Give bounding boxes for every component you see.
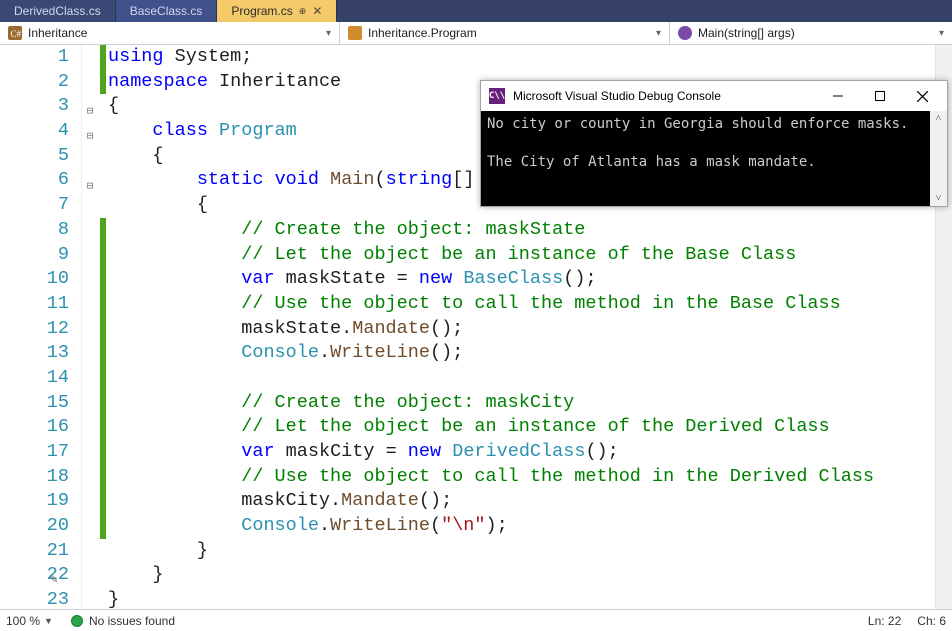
tab-derivedclass[interactable]: DerivedClass.cs	[0, 0, 116, 22]
console-title: Microsoft Visual Studio Debug Console	[513, 89, 721, 103]
code-line[interactable]: maskCity.Mandate();	[108, 489, 935, 514]
chevron-down-icon: ▾	[326, 28, 331, 39]
code-line[interactable]: // Let the object be an instance of the …	[108, 243, 935, 268]
change-marker	[100, 45, 106, 94]
line-number-gutter: 1234567891011121314151617181920212223	[0, 45, 82, 609]
code-line[interactable]: }	[108, 563, 935, 588]
method-icon	[678, 26, 692, 40]
zoom-value: 100 %	[6, 614, 40, 628]
line-number: 19	[0, 489, 73, 514]
line-number: 21	[0, 539, 73, 564]
line-number: 14	[0, 366, 73, 391]
change-marker-gutter	[100, 45, 108, 609]
line-number: 4	[0, 119, 73, 144]
code-line[interactable]: // Create the object: maskState	[108, 218, 935, 243]
pin-icon[interactable]: ⊕	[299, 6, 307, 17]
outline-gutter: ⊟⊟⊟	[82, 45, 100, 609]
minimize-button[interactable]	[821, 81, 855, 111]
line-number: 2	[0, 70, 73, 95]
console-titlebar[interactable]: C\\ Microsoft Visual Studio Debug Consol…	[481, 81, 947, 111]
breadcrumb-label: Main(string[] args)	[698, 26, 795, 40]
change-marker	[100, 218, 106, 539]
code-line[interactable]: Console.WriteLine();	[108, 341, 935, 366]
scroll-down-icon[interactable]: ˅	[936, 193, 942, 204]
console-vertical-scrollbar[interactable]: ˄ ˅	[930, 111, 947, 206]
line-number: 3	[0, 94, 73, 119]
code-line[interactable]: // Use the object to call the method in …	[108, 465, 935, 490]
maximize-button[interactable]	[863, 81, 897, 111]
code-line[interactable]: using System;	[108, 45, 935, 70]
breadcrumb-label: Inheritance.Program	[368, 26, 477, 40]
chevron-down-icon: ▾	[656, 28, 661, 39]
breadcrumb-method[interactable]: Main(string[] args) ▾	[670, 22, 952, 44]
breadcrumb-label: Inheritance	[28, 26, 87, 40]
line-number: 10	[0, 267, 73, 292]
line-number: 18	[0, 465, 73, 490]
line-number: 8	[0, 218, 73, 243]
line-number: 11	[0, 292, 73, 317]
zoom-control[interactable]: 100 % ▼	[6, 614, 53, 628]
code-line[interactable]: // Use the object to call the method in …	[108, 292, 935, 317]
code-line[interactable]: }	[108, 539, 935, 564]
scroll-up-icon[interactable]: ˄	[936, 113, 942, 124]
chevron-down-icon: ▼	[44, 616, 53, 626]
class-icon	[348, 26, 362, 40]
breadcrumb-project[interactable]: C# Inheritance ▾	[0, 22, 340, 44]
code-line[interactable]: Console.WriteLine("\n");	[108, 514, 935, 539]
tab-label: DerivedClass.cs	[14, 4, 101, 18]
close-button[interactable]	[905, 81, 939, 111]
tab-program[interactable]: Program.cs ⊕ ✕	[217, 0, 337, 22]
code-line[interactable]: // Let the object be an instance of the …	[108, 415, 935, 440]
status-bar: 100 % ▼ No issues found Ln: 22 Ch: 6	[0, 609, 952, 631]
edit-pencil-icon: ✎	[50, 568, 58, 593]
debug-console-window[interactable]: C\\ Microsoft Visual Studio Debug Consol…	[480, 80, 948, 207]
line-number: 5	[0, 144, 73, 169]
line-number: 17	[0, 440, 73, 465]
code-line[interactable]: // Create the object: maskCity	[108, 391, 935, 416]
line-number: 9	[0, 243, 73, 268]
char-indicator: Ch: 6	[917, 614, 946, 628]
tab-strip: DerivedClass.cs BaseClass.cs Program.cs …	[0, 0, 952, 22]
collapse-toggle[interactable]: ⊟	[83, 100, 97, 125]
tab-label: BaseClass.cs	[130, 4, 203, 18]
line-number: 20	[0, 514, 73, 539]
collapse-toggle[interactable]: ⊟	[83, 125, 97, 150]
line-number: 22	[0, 563, 73, 588]
chevron-down-icon: ▾	[939, 28, 944, 39]
code-line[interactable]: maskState.Mandate();	[108, 317, 935, 342]
line-number: 6	[0, 168, 73, 193]
breadcrumb-class[interactable]: Inheritance.Program ▾	[340, 22, 670, 44]
line-number: 23	[0, 588, 73, 609]
collapse-toggle[interactable]: ⊟	[83, 175, 97, 200]
breadcrumb: C# Inheritance ▾ Inheritance.Program ▾ M…	[0, 22, 952, 45]
line-number: 12	[0, 317, 73, 342]
issues-text: No issues found	[89, 614, 175, 628]
vs-icon: C\\	[489, 88, 505, 104]
console-output: No city or county in Georgia should enfo…	[481, 111, 930, 206]
code-line[interactable]	[108, 366, 935, 391]
code-line[interactable]: var maskState = new BaseClass();	[108, 267, 935, 292]
csharp-icon: C#	[8, 26, 22, 40]
line-number: 13	[0, 341, 73, 366]
code-line[interactable]: }	[108, 588, 935, 609]
line-indicator: Ln: 22	[868, 614, 901, 628]
line-number: 16	[0, 415, 73, 440]
close-icon[interactable]: ✕	[312, 4, 322, 18]
line-number: 7	[0, 193, 73, 218]
line-number: 15	[0, 391, 73, 416]
code-line[interactable]: var maskCity = new DerivedClass();	[108, 440, 935, 465]
check-icon	[71, 615, 83, 627]
issues-indicator[interactable]: No issues found	[71, 614, 175, 628]
svg-text:C#: C#	[11, 29, 22, 39]
tab-baseclass[interactable]: BaseClass.cs	[116, 0, 218, 22]
line-number: 1	[0, 45, 73, 70]
tab-label: Program.cs	[231, 4, 292, 18]
